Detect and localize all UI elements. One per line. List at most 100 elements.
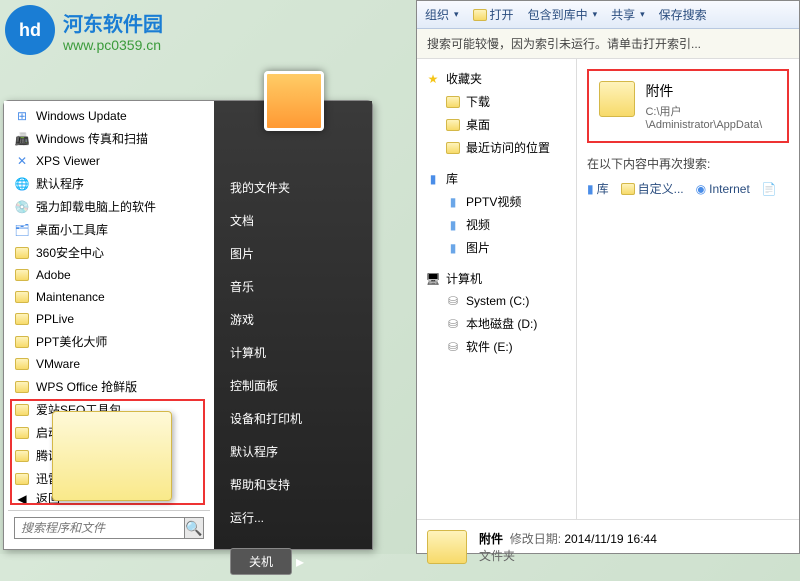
start-right-item[interactable]: 文档 xyxy=(214,204,372,237)
program-item[interactable]: Maintenance xyxy=(8,286,210,308)
open-icon xyxy=(473,9,487,21)
folder-icon xyxy=(14,267,30,283)
explorer-toolbar: 组织 打开 包含到库中 共享 保存搜索 xyxy=(417,1,799,29)
program-item[interactable]: ⊞Windows Update xyxy=(8,105,210,127)
details-pane: 附件 修改日期: 2014/11/19 16:44 文件夹 xyxy=(417,519,799,574)
filter-custom[interactable]: 自定义... xyxy=(621,180,684,197)
computer-header[interactable]: 🖥计算机 xyxy=(421,267,572,290)
power-area: 关机 ▸ xyxy=(214,542,372,581)
folder-icon xyxy=(14,448,30,464)
start-right-item[interactable]: 图片 xyxy=(214,237,372,270)
folder-preview xyxy=(52,411,172,501)
program-item[interactable]: 360安全中心 xyxy=(8,241,210,264)
filter-internet[interactable]: ◉Internet xyxy=(696,180,750,197)
filter-more[interactable]: 📄 xyxy=(762,180,777,197)
program-item[interactable]: ✕XPS Viewer xyxy=(8,150,210,172)
tree-label: PPTV视频 xyxy=(466,193,521,210)
library-icon: ▮ xyxy=(425,171,441,187)
folder-icon xyxy=(14,471,30,487)
detail-type: 文件夹 xyxy=(479,547,657,564)
search-input[interactable] xyxy=(14,517,185,539)
tree-label: 视频 xyxy=(466,216,490,233)
start-right-item[interactable]: 控制面板 xyxy=(214,369,372,402)
program-label: Windows 传真和扫描 xyxy=(36,130,148,147)
program-label: 360安全中心 xyxy=(36,244,104,261)
program-label: 强力卸载电脑上的软件 xyxy=(36,198,156,215)
tree-item[interactable]: ▮ 图片 xyxy=(421,236,572,259)
shutdown-button[interactable]: 关机 xyxy=(230,548,292,575)
star-icon: ★ xyxy=(425,71,441,87)
results-pane: 附件 C:\用户\Administrator\AppData\ 在以下内容中再次… xyxy=(577,59,799,519)
program-item[interactable]: PPLive xyxy=(8,308,210,330)
program-label: PPLive xyxy=(36,312,74,326)
result-path: C:\用户\Administrator\AppData\ xyxy=(645,103,777,131)
filter-library[interactable]: ▮库 xyxy=(587,180,609,197)
start-right-item[interactable]: 计算机 xyxy=(214,336,372,369)
date-label: 修改日期: xyxy=(510,532,561,546)
start-right-item[interactable]: 设备和打印机 xyxy=(214,402,372,435)
program-item[interactable]: WPS Office 抢鲜版 xyxy=(8,375,210,398)
libraries-header[interactable]: ▮库 xyxy=(421,167,572,190)
program-item[interactable]: VMware xyxy=(8,353,210,375)
power-arrow-icon[interactable]: ▸ xyxy=(296,552,304,572)
item-icon: ▮ xyxy=(445,217,461,233)
program-item[interactable]: Adobe xyxy=(8,264,210,286)
start-right-item[interactable]: 我的文件夹 xyxy=(214,171,372,204)
include-library-button[interactable]: 包含到库中 xyxy=(528,6,598,23)
save-search-button[interactable]: 保存搜索 xyxy=(659,6,707,23)
tree-item[interactable]: ⛁System (C:) xyxy=(421,290,572,312)
tree-label: 本地磁盘 (D:) xyxy=(466,315,537,332)
folder-icon xyxy=(621,183,635,195)
detail-date: 2014/11/19 16:44 xyxy=(564,532,657,546)
program-item[interactable]: 🗂桌面小工具库 xyxy=(8,218,210,241)
folder-icon xyxy=(14,425,30,441)
start-right-item[interactable]: 游戏 xyxy=(214,303,372,336)
tree-item[interactable]: 桌面 xyxy=(421,113,572,136)
explorer-window: 组织 打开 包含到库中 共享 保存搜索 搜索可能较慢，因为索引未运行。请单击打开… xyxy=(416,0,800,554)
back-icon: ◀ xyxy=(14,491,30,507)
start-right-item[interactable]: 运行... xyxy=(214,501,372,534)
program-item[interactable]: PPT美化大师 xyxy=(8,330,210,353)
internet-icon: ◉ xyxy=(696,182,706,196)
tree-item[interactable]: ▮ 视频 xyxy=(421,213,572,236)
info-bar[interactable]: 搜索可能较慢，因为索引未运行。请单击打开索引... xyxy=(417,29,799,59)
start-right-item[interactable]: 帮助和支持 xyxy=(214,468,372,501)
tree-item[interactable]: ⛁本地磁盘 (D:) xyxy=(421,312,572,335)
program-item[interactable]: 💿强力卸载电脑上的软件 xyxy=(8,195,210,218)
program-label: Adobe xyxy=(36,268,71,282)
search-button[interactable]: 🔍 xyxy=(185,517,204,539)
program-label: VMware xyxy=(36,357,80,371)
start-menu: ⊞Windows Update📠Windows 传真和扫描✕XPS Viewer… xyxy=(3,100,373,550)
favorites-header[interactable]: ★收藏夹 xyxy=(421,67,572,90)
user-avatar[interactable] xyxy=(264,71,324,131)
item-icon: ▮ xyxy=(445,240,461,256)
program-label: WPS Office 抢鲜版 xyxy=(36,378,137,395)
program-label: 桌面小工具库 xyxy=(36,221,108,238)
tree-item[interactable]: 最近访问的位置 xyxy=(421,136,572,159)
item-icon: ⛁ xyxy=(445,339,461,355)
result-name: 附件 xyxy=(645,81,777,101)
open-button[interactable]: 打开 xyxy=(473,6,514,23)
start-menu-right: 我的文件夹文档图片音乐游戏计算机控制面板设备和打印机默认程序帮助和支持运行...… xyxy=(214,101,372,549)
organize-button[interactable]: 组织 xyxy=(425,6,459,23)
folder-icon xyxy=(14,356,30,372)
tree-item[interactable]: 下载 xyxy=(421,90,572,113)
tree-item[interactable]: ⛁软件 (E:) xyxy=(421,335,572,358)
tree-label: 下载 xyxy=(466,93,490,110)
tree-label: 桌面 xyxy=(466,116,490,133)
start-right-item[interactable]: 默认程序 xyxy=(214,435,372,468)
program-label: XPS Viewer xyxy=(36,154,100,168)
search-result[interactable]: 附件 C:\用户\Administrator\AppData\ xyxy=(587,69,789,143)
folder-icon xyxy=(14,245,30,261)
folder-icon xyxy=(14,311,30,327)
item-icon: ▮ xyxy=(445,194,461,210)
share-button[interactable]: 共享 xyxy=(611,6,645,23)
program-item[interactable]: 📠Windows 传真和扫描 xyxy=(8,127,210,150)
tree-item[interactable]: ▮ PPTV视频 xyxy=(421,190,572,213)
program-item[interactable]: 🌐默认程序 xyxy=(8,172,210,195)
start-right-item[interactable]: 音乐 xyxy=(214,270,372,303)
tree-label: System (C:) xyxy=(466,294,529,308)
tree-label: 图片 xyxy=(466,239,490,256)
search-filters: ▮库 自定义... ◉Internet 📄 xyxy=(587,180,789,197)
start-search: 🔍 xyxy=(8,510,210,545)
